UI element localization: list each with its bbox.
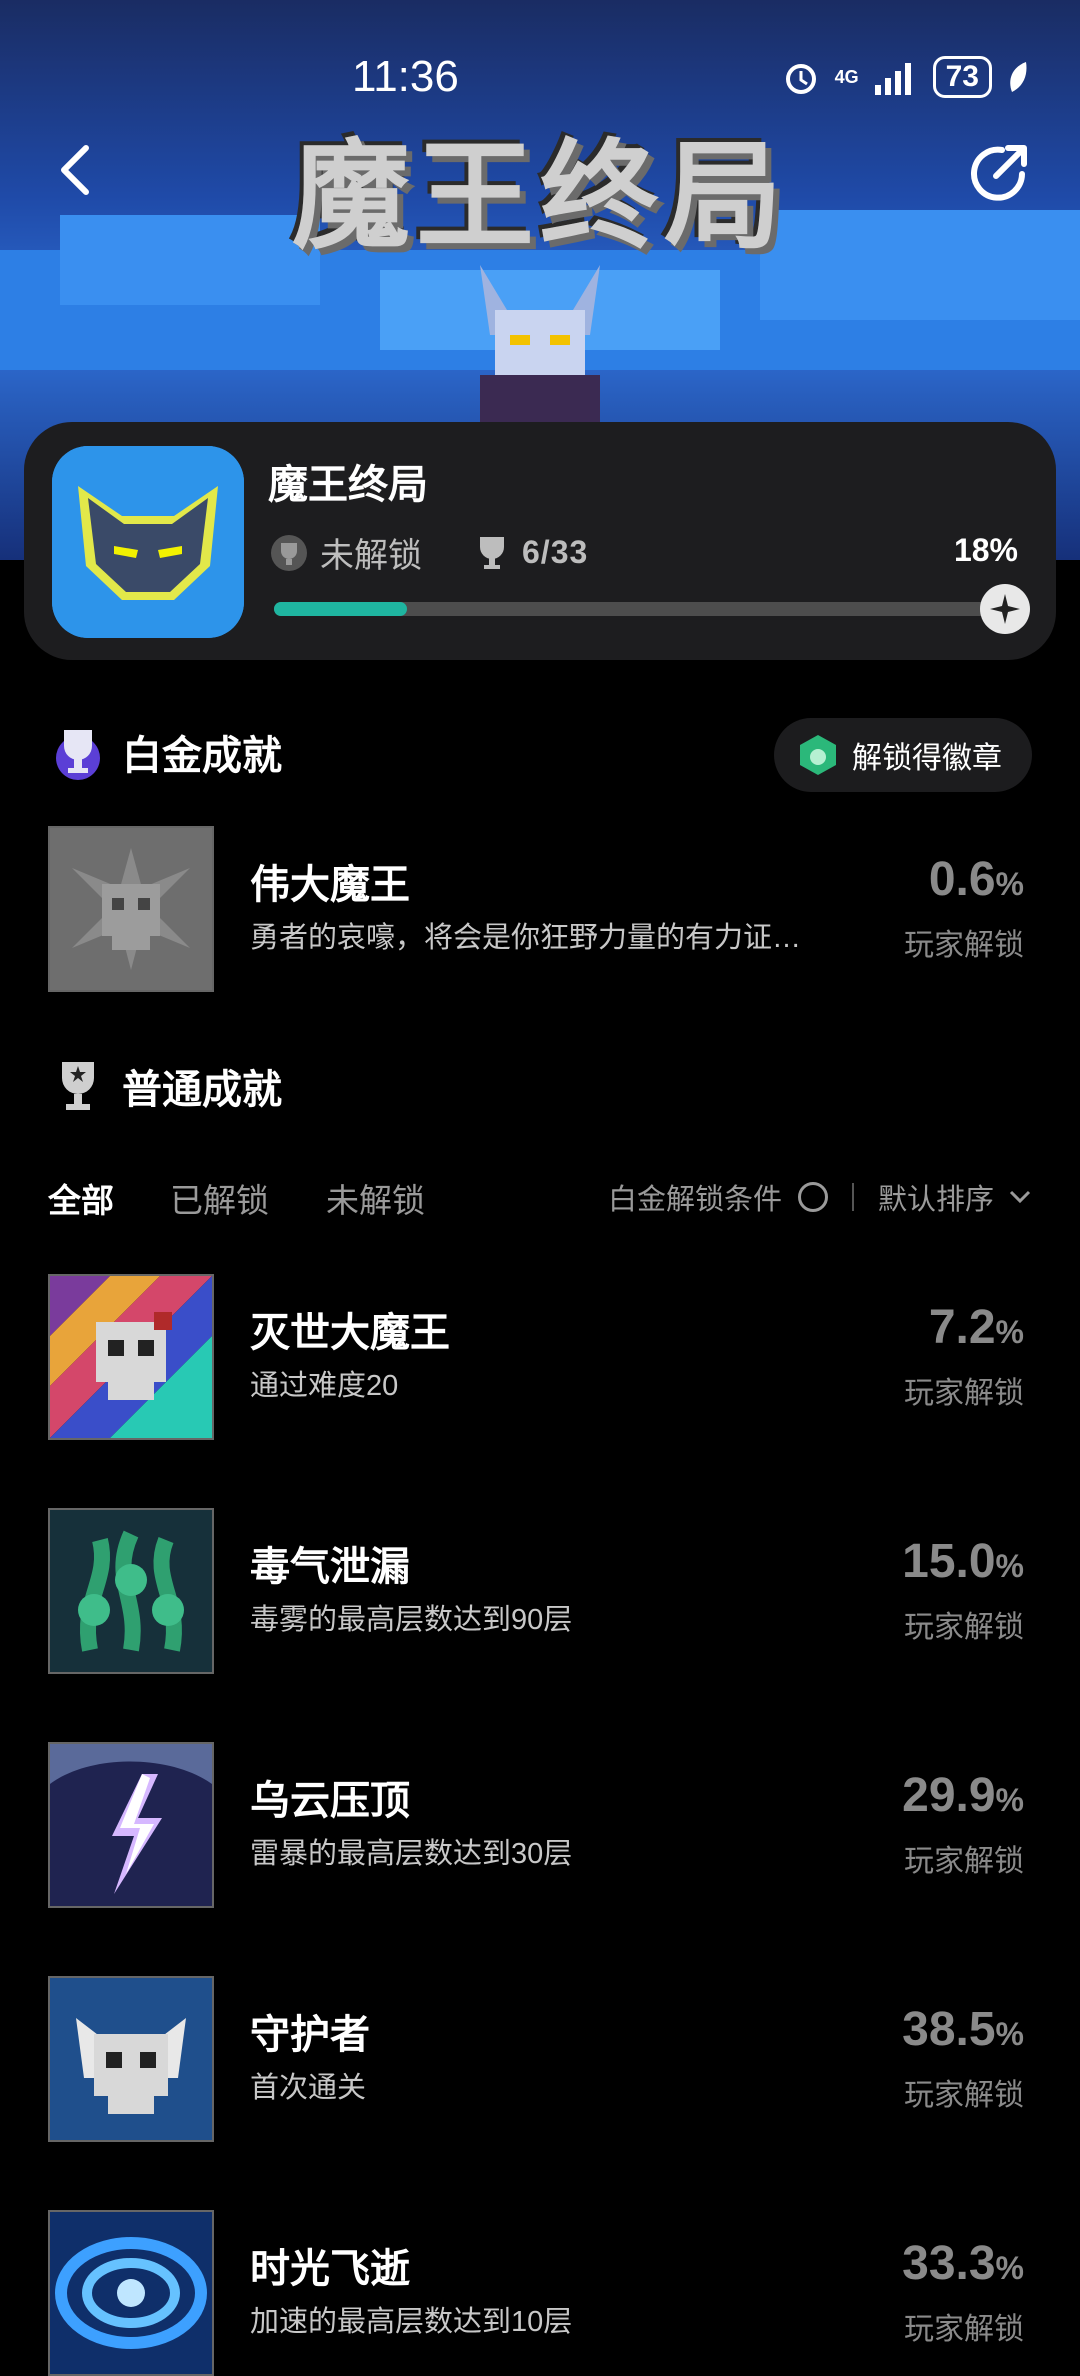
achievement-icon [48, 826, 214, 992]
progress-fill [274, 602, 408, 616]
star-badge-icon [980, 584, 1030, 634]
platinum-section-title: 白金成就 [50, 722, 282, 782]
tab-unlocked[interactable]: 已解锁 [170, 1174, 269, 1222]
unlock-status-row: 未解锁 6/33 [270, 528, 588, 577]
platinum-trophy-icon [271, 534, 307, 571]
signal-icon [874, 63, 911, 95]
skull-icon [48, 1976, 214, 2142]
achievement-percent: 38.5% [902, 2003, 1024, 2056]
tab-all[interactable]: 全部 [48, 1174, 114, 1222]
achievement-percent-label: 玩家解锁 [904, 2079, 1024, 2112]
share-icon[interactable] [968, 140, 1032, 204]
divider [851, 1183, 854, 1211]
achievement-percent: 29.9% [902, 1769, 1024, 1822]
filter-controls: 白金解锁条件 默认排序 [608, 1176, 1032, 1218]
badge-icon [800, 735, 836, 775]
achievement-percent: 33.3% [902, 2237, 1024, 2290]
achievement-desc: 勇者的哀嚎，将会是你狂野力量的有力证… [250, 922, 802, 954]
chevron-down-icon[interactable] [1008, 1189, 1032, 1205]
completion-progress-bar [274, 584, 1030, 634]
game-icon [52, 446, 244, 638]
unlock-badge-button[interactable]: 解锁得徽章 [774, 718, 1032, 792]
completion-percent: 18% [953, 532, 1018, 568]
achievement-percent-label: 玩家解锁 [904, 1611, 1024, 1644]
achievement-percent: 15.0% [902, 1535, 1024, 1588]
radio-circle-icon[interactable] [797, 1182, 828, 1212]
game-title: 魔王终局 [268, 463, 428, 507]
normal-section-label: 普通成就 [122, 1068, 282, 1112]
skull-icon [48, 1274, 214, 1440]
achievement-percent-label: 玩家解锁 [904, 1845, 1024, 1878]
sort-dropdown[interactable]: 默认排序 [878, 1176, 994, 1218]
achievement-desc: 雷暴的最高层数达到30层 [250, 1838, 573, 1870]
platinum-achievement-row[interactable]: 伟大魔王 勇者的哀嚎，将会是你狂野力量的有力证… 0.6% 玩家解锁 [48, 826, 1048, 992]
game-summary-card[interactable]: 魔王终局 未解锁 6/33 18% [24, 422, 1056, 660]
poison-icon [48, 1508, 214, 1674]
trophy-count: 6/33 [476, 534, 588, 571]
network-type: 4G [834, 67, 859, 87]
achievement-name: 守护者 [250, 2013, 370, 2057]
trophy-count-value: 6/33 [522, 534, 589, 570]
normal-section-title: 普通成就 [50, 1056, 282, 1116]
achievement-row[interactable]: 时光飞逝 加速的最高层数达到10层 33.3% 玩家解锁 [48, 2210, 1048, 2376]
achievement-row[interactable]: 灭世大魔王 通过难度20 7.2% 玩家解锁 [48, 1274, 1048, 1440]
leaf-icon [1010, 62, 1027, 92]
demon-king-illustration [480, 265, 600, 445]
achievement-percent: 0.6% [928, 853, 1024, 906]
achievement-name: 伟大魔王 [250, 863, 410, 907]
alarm-icon [785, 64, 816, 94]
achievement-filter-tabs: 全部 已解锁 未解锁 白金解锁条件 默认排序 [48, 1174, 1032, 1224]
achievement-name: 时光飞逝 [250, 2247, 410, 2291]
achievement-name: 乌云压顶 [250, 1779, 410, 1823]
vortex-icon [48, 2210, 214, 2376]
tab-locked[interactable]: 未解锁 [326, 1174, 425, 1222]
platinum-cup-icon [56, 730, 100, 780]
achievement-desc: 加速的最高层数达到10层 [250, 2306, 573, 2338]
clock: 11:36 [352, 52, 459, 101]
platinum-section-label: 白金成就 [122, 734, 282, 778]
achievement-row[interactable]: 守护者 首次通关 38.5% 玩家解锁 [48, 1976, 1048, 2142]
achievement-desc: 首次通关 [250, 2072, 367, 2104]
achievement-name: 灭世大魔王 [250, 1311, 450, 1355]
achievement-percent: 7.2% [928, 1301, 1024, 1354]
achievement-desc: 通过难度20 [250, 1370, 399, 1402]
unlock-badge-label: 解锁得徽章 [852, 742, 1002, 775]
achievement-row[interactable]: 乌云压顶 雷暴的最高层数达到30层 29.9% 玩家解锁 [48, 1742, 1048, 1908]
achievement-percent-label: 玩家解锁 [904, 929, 1024, 962]
achievement-percent-label: 玩家解锁 [904, 2313, 1024, 2346]
status-icons: 4G 73 [781, 56, 1030, 98]
achievement-row[interactable]: 毒气泄漏 毒雾的最高层数达到90层 15.0% 玩家解锁 [48, 1508, 1048, 1674]
status-bar: 11:36 4G 73 [0, 0, 1080, 130]
lightning-icon [48, 1742, 214, 1908]
achievement-percent-label: 玩家解锁 [904, 1377, 1024, 1410]
achievement-desc: 毒雾的最高层数达到90层 [250, 1604, 573, 1636]
platinum-condition-toggle[interactable]: 白金解锁条件 [608, 1176, 782, 1218]
achievement-name: 毒气泄漏 [250, 1545, 410, 1589]
lock-status: 未解锁 [320, 537, 422, 575]
trophy-icon [480, 536, 504, 569]
back-arrow-icon[interactable] [48, 140, 108, 200]
battery-level: 73 [932, 56, 992, 98]
trophy-icon [62, 1062, 94, 1110]
